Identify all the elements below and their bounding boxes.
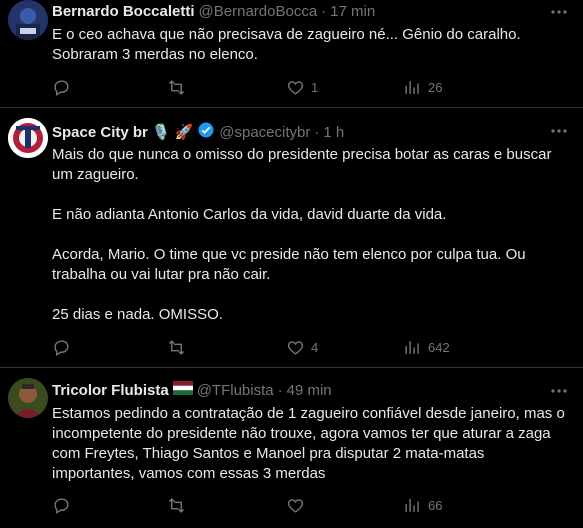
retweet-icon (168, 498, 185, 513)
microphone-icon: 🎙️ (151, 124, 171, 141)
timestamp[interactable]: 17 min (330, 2, 375, 22)
tweet-body[interactable]: E o ceo achava que não precisava de zagu… (52, 25, 569, 65)
tweet-body[interactable]: Mais do que nunca o omisso do presidente… (52, 145, 562, 325)
views-icon (405, 341, 419, 354)
tweet-text-paragraph: Mais do que nunca o omisso do presidente… (52, 146, 552, 183)
like-button[interactable] (286, 496, 311, 515)
reply-button[interactable] (52, 496, 77, 515)
user-handle[interactable]: @TFlubista (197, 381, 274, 401)
avatar[interactable] (8, 378, 48, 418)
display-name[interactable]: Space City br (52, 123, 148, 143)
heart-icon (287, 499, 304, 513)
view-count: 642 (428, 340, 450, 355)
display-name[interactable]: Tricolor Flubista (52, 381, 169, 401)
views-button[interactable]: 26 (403, 78, 442, 97)
reply-icon (54, 498, 69, 514)
rocket-icon: 🚀 (174, 124, 194, 141)
reply-icon (54, 80, 69, 96)
user-handle[interactable]: @spacecitybr (219, 123, 310, 143)
avatar[interactable] (8, 0, 48, 40)
reply-icon (54, 340, 69, 356)
retweet-icon (168, 340, 185, 355)
display-name[interactable]: Bernardo Boccaletti (52, 2, 195, 22)
tweet-body[interactable]: Estamos pedindo a contratação de 1 zague… (52, 404, 568, 484)
views-icon (405, 499, 419, 512)
tweet-actions: 66 (52, 496, 572, 516)
retweet-button[interactable] (167, 78, 192, 97)
more-options-icon[interactable] (549, 121, 569, 141)
heart-icon (287, 341, 304, 355)
heart-icon (287, 81, 304, 95)
like-count: 1 (311, 80, 319, 95)
timestamp[interactable]: 1 h (323, 123, 344, 143)
tweet-3[interactable]: Tricolor Flubista @TFlubista · 49 min Es… (0, 368, 583, 528)
views-icon (405, 81, 419, 94)
user-handle[interactable]: @BernardoBocca (199, 2, 318, 22)
tweet-2[interactable]: Space City br 🎙️ 🚀 @spacecitybr · 1 h Ma… (0, 108, 583, 368)
avatar[interactable] (8, 118, 48, 158)
tweet-1[interactable]: Bernardo Boccaletti @BernardoBocca · 17 … (0, 0, 583, 108)
tweet-header: Bernardo Boccaletti @BernardoBocca · 17 … (52, 2, 375, 22)
view-count: 66 (428, 498, 443, 513)
reply-button[interactable] (52, 338, 77, 357)
retweet-button[interactable] (167, 496, 192, 515)
flag-icon (172, 381, 193, 401)
tweet-text-paragraph: Acorda, Mario. O time que vc preside não… (52, 246, 526, 283)
tweet-text-line: E o ceo achava que não precisava de zagu… (52, 26, 521, 43)
reply-button[interactable] (52, 78, 77, 97)
separator-dot: · (314, 124, 320, 141)
like-button[interactable]: 4 (286, 338, 318, 357)
timestamp[interactable]: 49 min (287, 381, 332, 401)
more-options-icon[interactable] (549, 381, 569, 401)
views-button[interactable]: 642 (403, 338, 450, 357)
tweet-text-paragraph: E não adianta Antonio Carlos da vida, da… (52, 206, 447, 223)
retweet-icon (168, 80, 185, 95)
separator-dot: · (321, 3, 327, 20)
like-count: 4 (311, 340, 319, 355)
tweet-header: Space City br 🎙️ 🚀 @spacecitybr · 1 h (52, 121, 344, 145)
verified-badge-icon[interactable] (197, 121, 215, 145)
views-button[interactable]: 66 (403, 496, 442, 515)
avatar-image (8, 378, 48, 418)
like-button[interactable]: 1 (286, 78, 318, 97)
tweet-actions: 1 26 (52, 78, 572, 98)
separator-dot: · (277, 382, 283, 399)
retweet-button[interactable] (167, 338, 192, 357)
more-options-icon[interactable] (549, 2, 569, 22)
tweet-text-paragraph: Estamos pedindo a contratação de 1 zague… (52, 405, 565, 482)
tweet-header: Tricolor Flubista @TFlubista · 49 min (52, 381, 332, 401)
tweet-text-paragraph: 25 dias e nada. OMISSO. (52, 306, 223, 323)
tweet-text-line: Sobraram 3 merdas no elenco. (52, 46, 258, 63)
view-count: 26 (428, 80, 443, 95)
avatar-image (8, 118, 48, 158)
tweet-actions: 4 642 (52, 338, 572, 358)
avatar-image (8, 0, 48, 40)
